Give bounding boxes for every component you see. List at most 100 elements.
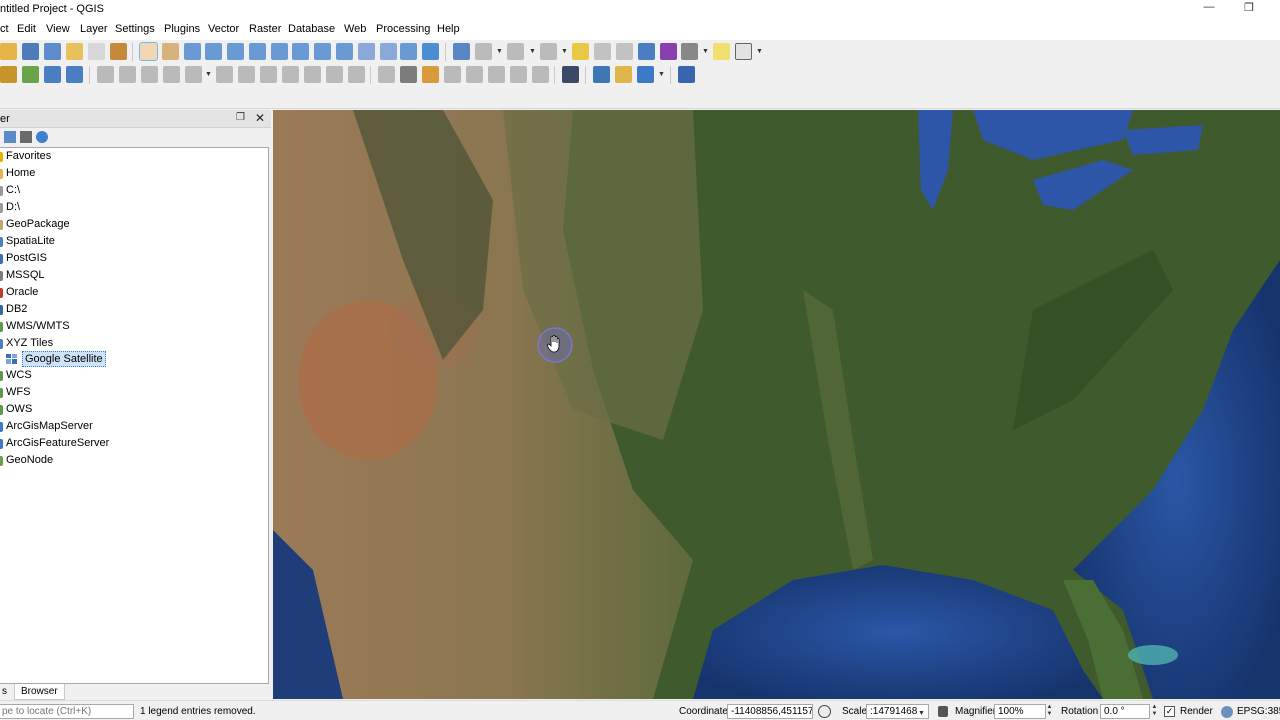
menu-web[interactable]: Web [344,23,366,35]
pan-to-selection-icon[interactable] [162,43,179,60]
select-icon[interactable] [507,43,524,60]
magnifier-field[interactable]: 100% [994,704,1046,719]
toggle-extents-icon[interactable] [818,705,831,718]
deselect-icon[interactable] [572,43,589,60]
undo-icon[interactable] [326,66,343,83]
plugin-dropdown-icon[interactable]: ▼ [658,71,665,78]
temporal-icon[interactable] [380,43,397,60]
measure-icon[interactable] [681,43,698,60]
save-project-icon[interactable] [22,43,39,60]
processing-toolbox-icon[interactable] [638,43,655,60]
tab-browser[interactable]: Browser [14,684,65,700]
menu-project[interactable]: ct [0,23,9,35]
select-value-dropdown-icon[interactable]: ▼ [561,48,568,55]
crs-label[interactable]: EPSG:385 [1237,706,1280,717]
add-feature-icon[interactable] [163,66,180,83]
measure-dropdown-icon[interactable]: ▼ [702,48,709,55]
rotate-arrow-icon[interactable] [637,66,654,83]
collapse-all-icon[interactable] [20,131,32,143]
refresh-icon[interactable] [422,43,439,60]
scale-dropdown-icon[interactable]: ▼ [918,710,925,717]
virtual-layer-icon[interactable] [66,66,83,83]
copy-icon[interactable] [282,66,299,83]
identify-icon[interactable] [453,43,470,60]
rotation-field[interactable]: 0.0 ° [1100,704,1150,719]
label-rotate-icon[interactable] [488,66,505,83]
close-panel-icon[interactable]: ✕ [255,111,265,125]
map-tips-icon[interactable] [713,43,730,60]
maximize-button[interactable]: ❐ [1226,1,1272,19]
vertex-icon[interactable] [97,66,114,83]
new-print-layout-icon[interactable] [66,43,83,60]
cut-icon[interactable] [260,66,277,83]
info-icon[interactable] [36,131,48,143]
menu-help[interactable]: Help [437,23,460,35]
save-edits-icon[interactable] [141,66,158,83]
layout-manager-icon[interactable] [88,43,105,60]
label-change-icon[interactable] [510,66,527,83]
zoom-next-icon[interactable] [336,43,353,60]
bookmark-icon[interactable] [400,43,417,60]
new-map-view-icon[interactable] [358,43,375,60]
field-calculator-icon[interactable] [616,43,633,60]
modify-attributes-icon[interactable] [216,66,233,83]
label-highlight-icon[interactable] [422,66,439,83]
menu-edit[interactable]: Edit [17,23,36,35]
zoom-to-layer-icon[interactable] [271,43,288,60]
new-vector-icon[interactable] [22,66,39,83]
actions-dropdown-icon[interactable]: ▼ [496,48,503,55]
python-icon[interactable] [593,66,610,83]
style-manager-icon[interactable] [110,43,127,60]
crs-globe-icon[interactable] [1221,706,1233,718]
map-canvas[interactable] [273,110,1280,699]
float-panel-icon[interactable]: ❐ [236,112,245,123]
statistics-icon[interactable] [660,43,677,60]
delete-selected-icon[interactable] [238,66,255,83]
data-source-manager-icon[interactable] [0,66,17,83]
menu-plugins[interactable]: Plugins [164,23,200,35]
zoom-full-icon[interactable] [227,43,244,60]
label-property-icon[interactable] [532,66,549,83]
save-as-icon[interactable] [44,43,61,60]
menu-raster[interactable]: Raster [249,23,281,35]
label-move-icon[interactable] [466,66,483,83]
coordinate-field[interactable]: -11408856,4511570 [727,704,813,719]
gps-icon[interactable] [562,66,579,83]
edit-pencil-icon[interactable] [119,66,136,83]
menu-layer[interactable]: Layer [80,23,108,35]
select-by-value-icon[interactable] [540,43,557,60]
open-project-icon[interactable] [0,43,17,60]
actions-icon[interactable] [475,43,492,60]
wand-icon[interactable] [615,66,632,83]
rotation-spinner-icon[interactable]: ▲ ▼ [1150,704,1159,719]
menu-settings[interactable]: Settings [115,23,155,35]
attribute-table-icon[interactable] [594,43,611,60]
locator-search-input[interactable]: pe to locate (Ctrl+K) [0,704,134,719]
zoom-native-icon[interactable] [292,43,309,60]
redo-icon[interactable] [348,66,365,83]
label-icon[interactable] [378,66,395,83]
menu-view[interactable]: View [46,23,70,35]
paste-icon[interactable] [304,66,321,83]
zoom-to-selection-icon[interactable] [249,43,266,60]
magnifier-spinner-icon[interactable]: ▲ ▼ [1045,704,1054,719]
render-checkbox[interactable]: ✓ [1164,706,1175,717]
filter-icon[interactable] [4,131,16,143]
vertex-tool-icon[interactable] [185,66,202,83]
pan-icon[interactable] [139,42,158,61]
annotation-dropdown-icon[interactable]: ▼ [756,48,763,55]
help-icon[interactable] [678,66,695,83]
select-dropdown-icon[interactable]: ▼ [529,48,536,55]
label-pin-icon[interactable] [400,66,417,83]
menu-vector[interactable]: Vector [208,23,239,35]
vertex-dropdown-icon[interactable]: ▼ [205,71,212,78]
menu-processing[interactable]: Processing [376,23,430,35]
label-show-icon[interactable] [444,66,461,83]
lock-scale-icon[interactable] [938,706,948,717]
tab-layers[interactable]: s [0,684,13,700]
digitize-icon[interactable] [44,66,61,83]
zoom-in-icon[interactable] [184,43,201,60]
zoom-last-icon[interactable] [314,43,331,60]
zoom-out-icon[interactable] [205,43,222,60]
menu-database[interactable]: Database [288,23,335,35]
